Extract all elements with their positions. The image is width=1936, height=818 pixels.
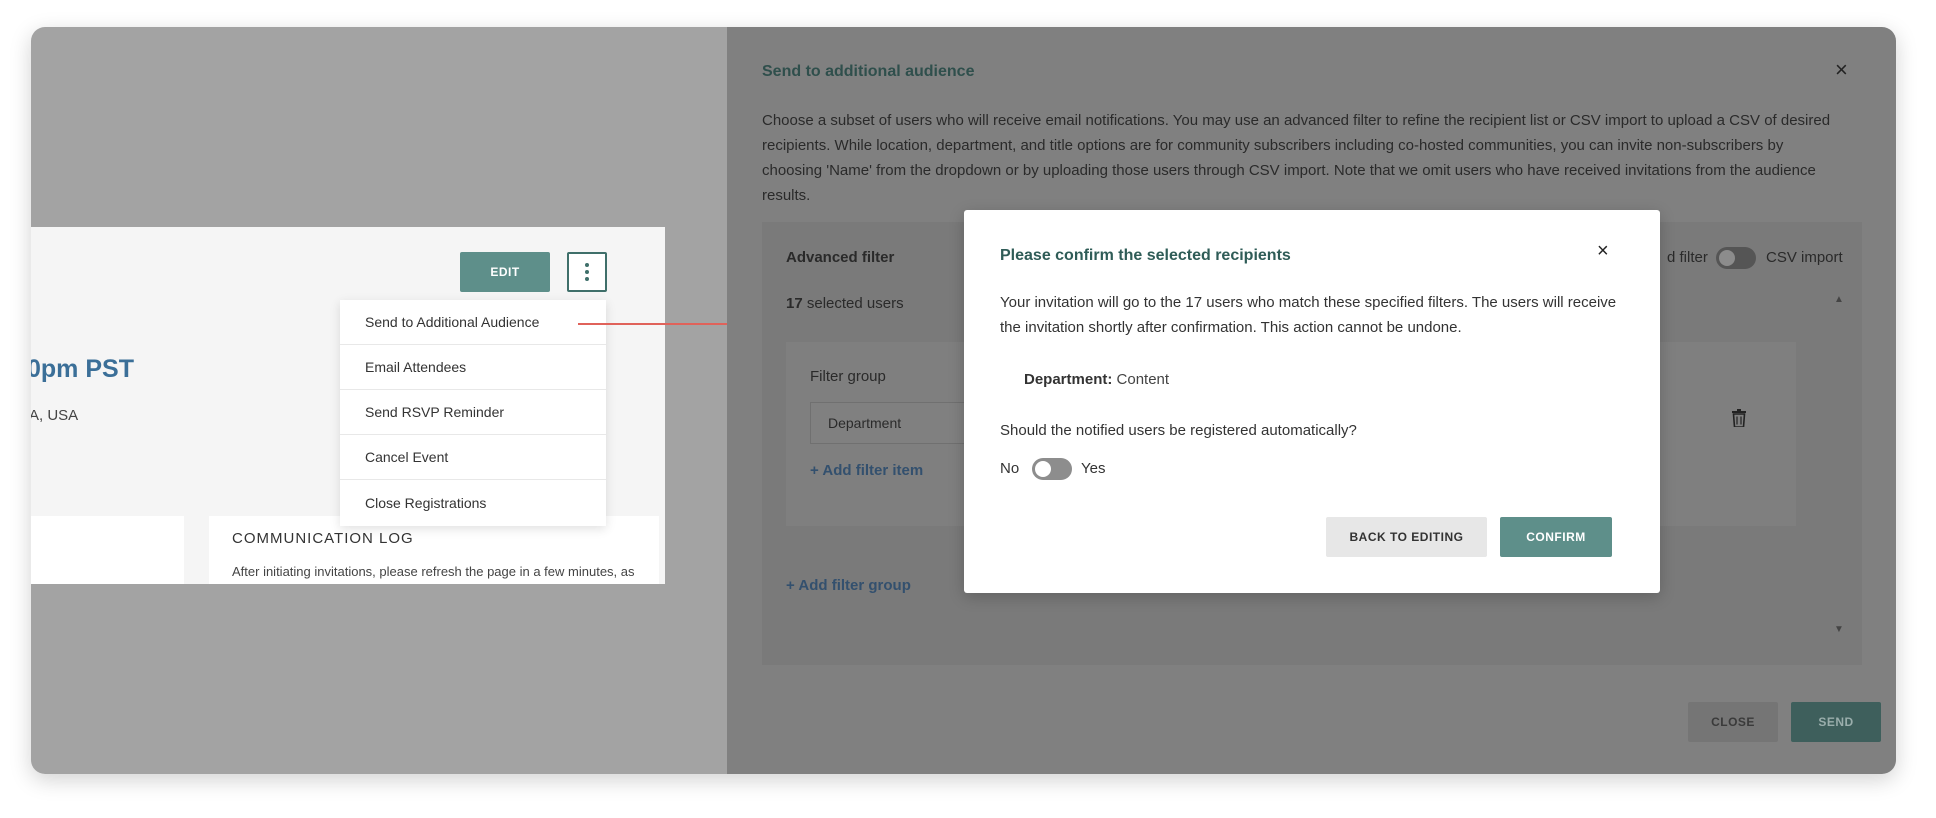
drawer-close-icon[interactable]: × xyxy=(1835,57,1848,83)
communication-log-text: After initiating invitations, please ref… xyxy=(232,564,635,579)
event-page-overlay: EDIT 0pm PST A, USA COMMUNICATION LOG Af… xyxy=(31,27,727,774)
kebab-dot xyxy=(585,270,589,274)
filter-mode-toggle[interactable] xyxy=(1716,247,1756,269)
selected-suffix: selected users xyxy=(806,295,904,312)
modal-title: Please confirm the selected recipients xyxy=(1000,247,1291,264)
communication-log-title: COMMUNICATION LOG xyxy=(232,530,414,547)
menu-item-close-registrations[interactable]: Close Registrations xyxy=(340,480,606,525)
communication-log-panel: COMMUNICATION LOG After initiating invit… xyxy=(209,516,659,584)
selected-count: 17 xyxy=(786,295,803,312)
confirm-button[interactable]: CONFIRM xyxy=(1500,517,1612,557)
more-options-icon[interactable] xyxy=(567,252,607,292)
details-panel xyxy=(31,516,184,584)
scroll-up-icon[interactable]: ▲ xyxy=(1834,294,1844,305)
menu-item-email-attendees[interactable]: Email Attendees xyxy=(340,345,606,390)
modal-close-icon[interactable]: × xyxy=(1597,240,1609,263)
filter-group-label: Filter group xyxy=(810,368,886,385)
back-to-editing-button[interactable]: BACK TO EDITING xyxy=(1326,517,1487,557)
add-filter-item-link[interactable]: + Add filter item xyxy=(810,462,923,479)
advanced-filter-label: Advanced filter xyxy=(786,249,895,266)
selected-users-count: 17 selected users xyxy=(786,295,904,312)
filter-summary-value: Content xyxy=(1116,371,1170,388)
drawer-description: Choose a subset of users who will receiv… xyxy=(762,112,1831,204)
add-filter-group-link[interactable]: + Add filter group xyxy=(786,577,911,594)
actions-dropdown-menu: Send to Additional Audience Email Attend… xyxy=(340,300,606,526)
send-button[interactable]: SEND xyxy=(1791,702,1881,742)
event-location: A, USA xyxy=(31,407,79,424)
confirm-recipients-modal: Please confirm the selected recipients ×… xyxy=(964,210,1660,593)
auto-register-toggle[interactable] xyxy=(1032,458,1072,480)
csv-import-label: CSV import xyxy=(1766,249,1843,266)
advanced-filter-toggle-label: d filter xyxy=(1667,249,1708,266)
menu-item-send-to-additional-audience[interactable]: Send to Additional Audience xyxy=(340,300,606,345)
kebab-dot xyxy=(585,277,589,281)
menu-item-cancel-event[interactable]: Cancel Event xyxy=(340,435,606,480)
modal-body-text: Your invitation will go to the 17 users … xyxy=(1000,294,1617,336)
menu-item-send-rsvp-reminder[interactable]: Send RSVP Reminder xyxy=(340,390,606,435)
auto-register-question: Should the notified users be registered … xyxy=(1000,422,1357,439)
trash-icon[interactable] xyxy=(1732,409,1746,427)
kebab-dot xyxy=(585,263,589,267)
drawer-title: Send to additional audience xyxy=(762,63,975,80)
auto-register-yes-label: Yes xyxy=(1081,460,1106,477)
edit-button[interactable]: EDIT xyxy=(460,252,550,292)
scroll-down-icon[interactable]: ▼ xyxy=(1834,624,1844,635)
filter-summary-key: Department: xyxy=(1024,371,1113,388)
filter-summary: Department: Content xyxy=(1024,371,1169,388)
close-button[interactable]: CLOSE xyxy=(1688,702,1778,742)
auto-register-no-label: No xyxy=(1000,460,1020,477)
annotation-arrow-line xyxy=(578,323,727,325)
screenshot-frame: EDIT 0pm PST A, USA COMMUNICATION LOG Af… xyxy=(31,27,1896,774)
event-time: 0pm PST xyxy=(31,355,134,383)
